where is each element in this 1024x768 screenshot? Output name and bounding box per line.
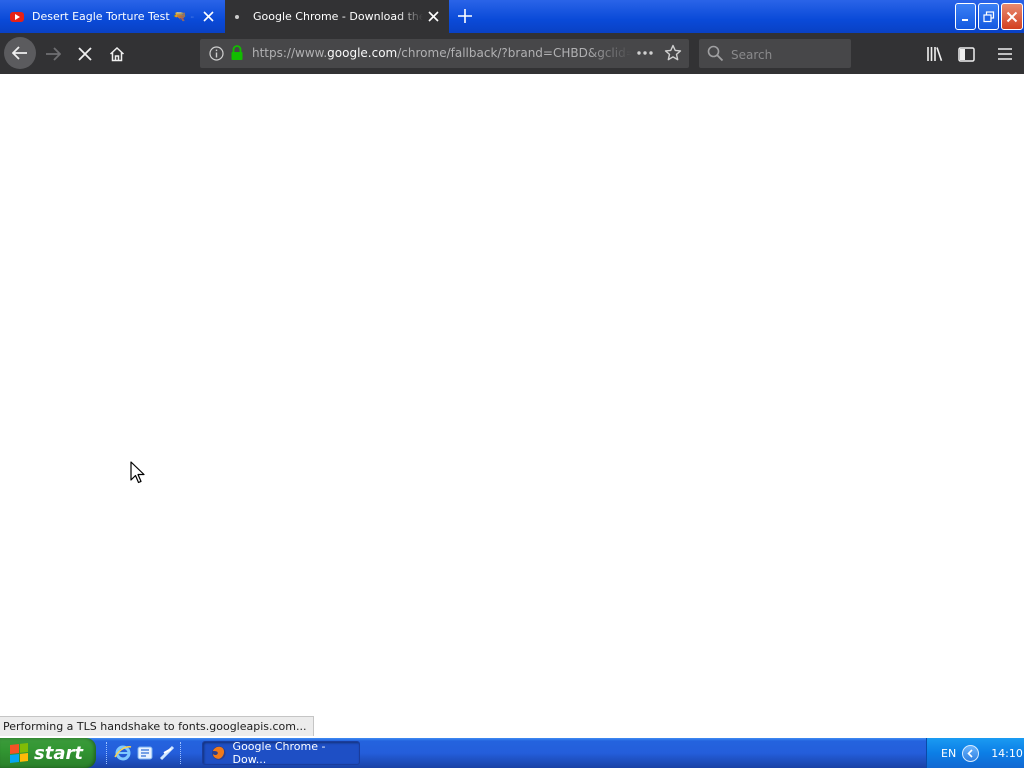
taskbar-button-google-chrome[interactable]: Google Chrome - Dow... [202, 740, 360, 766]
plus-icon [458, 9, 472, 23]
minimize-button[interactable] [955, 3, 976, 30]
close-icon [1006, 11, 1018, 22]
firefox-icon [211, 746, 226, 760]
close-window-button[interactable] [1001, 3, 1023, 30]
loading-dot-icon [235, 14, 239, 19]
quick-launch [106, 742, 184, 764]
windows-flag-icon [10, 743, 28, 763]
quick-launch-separator [106, 742, 110, 764]
system-tray: EN 14:10 [926, 738, 1024, 768]
info-icon[interactable] [209, 46, 224, 61]
start-label: start [34, 742, 83, 764]
taskbar: start Google Chrome - Dow... EN 14:10 [0, 738, 1024, 768]
home-button[interactable] [104, 41, 130, 67]
quick-launch-separator [180, 742, 184, 764]
close-tab-icon[interactable] [423, 7, 443, 27]
search-input[interactable] [729, 39, 849, 70]
sidebar-icon [957, 46, 975, 62]
minimize-icon [961, 18, 968, 21]
lock-icon[interactable] [230, 45, 244, 61]
internet-explorer-icon[interactable] [114, 744, 132, 762]
restore-button[interactable] [978, 3, 999, 30]
clock[interactable]: 14:10 [991, 747, 1023, 760]
url-path: /chrome/fallback/?brand=CHBD&gclid=EAIaI… [397, 46, 632, 60]
url-text[interactable]: https://www.google.com/chrome/fallback/?… [252, 39, 632, 68]
tab-youtube[interactable]: Desert Eagle Torture Test 🔫 - YouTube [0, 0, 224, 33]
hamburger-menu-icon [998, 48, 1012, 60]
forward-button[interactable] [40, 41, 66, 67]
forward-arrow-icon [46, 47, 61, 61]
restore-icon [982, 10, 994, 22]
url-domain: google.com [327, 46, 398, 60]
mouse-cursor-icon [130, 461, 145, 484]
url-prefix: https://www. [252, 46, 328, 60]
search-icon [707, 45, 724, 62]
outlook-express-icon[interactable] [136, 744, 154, 762]
status-panel: Performing a TLS handshake to fonts.goog… [0, 716, 314, 736]
taskbar-button-label: Google Chrome - Dow... [232, 740, 326, 766]
library-icon [927, 47, 943, 62]
home-icon [109, 46, 125, 62]
sidebar-button[interactable] [953, 41, 979, 67]
search-bar[interactable] [699, 39, 851, 70]
page-content [0, 74, 1024, 738]
stop-button[interactable] [72, 41, 98, 67]
back-arrow-icon [12, 46, 27, 60]
new-tab-button[interactable] [455, 6, 475, 26]
url-bar[interactable]: https://www.google.com/chrome/fallback/?… [200, 39, 689, 68]
tab-title: Desert Eagle Torture Test 🔫 - YouTube [32, 10, 198, 23]
media-player-icon[interactable] [158, 744, 176, 762]
page-actions-icon[interactable] [636, 45, 654, 61]
chevron-left-icon [967, 748, 973, 758]
back-button[interactable] [4, 37, 36, 69]
stop-icon [78, 47, 92, 61]
youtube-icon [10, 11, 24, 22]
menu-button[interactable] [992, 41, 1018, 67]
start-button[interactable]: start [0, 738, 96, 768]
bookmark-star-icon[interactable] [664, 44, 682, 62]
navigation-toolbar: https://www.google.com/chrome/fallback/?… [0, 33, 1024, 74]
tab-title: Google Chrome - Download the Fast, Secur… [253, 10, 423, 23]
close-tab-icon[interactable] [198, 7, 218, 27]
tab-google-chrome[interactable]: Google Chrome - Download the Fast, Secur… [225, 0, 449, 33]
library-button[interactable] [922, 41, 948, 67]
language-indicator[interactable]: EN [941, 747, 956, 760]
show-hidden-icons-button[interactable] [962, 744, 980, 762]
tab-strip: Desert Eagle Torture Test 🔫 - YouTube Go… [0, 0, 1024, 33]
